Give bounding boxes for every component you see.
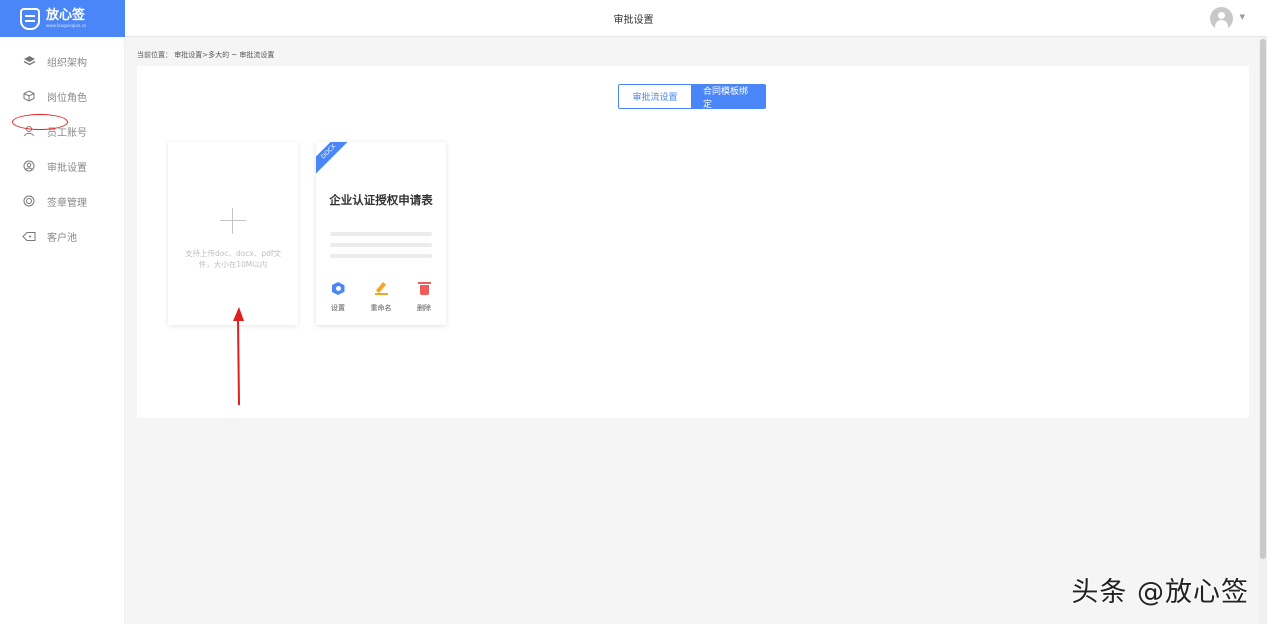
sidebar-item-approval[interactable]: 审批设置 [0, 154, 125, 178]
page-scrollbar[interactable] [1259, 37, 1267, 624]
sidebar-item-customers[interactable]: 客户池 [0, 224, 125, 248]
sidebar-item-label: 岗位角色 [47, 92, 87, 104]
template-card[interactable]: DOCX 企业认证授权申请表 设置 重命名 删除 [316, 142, 446, 325]
tab-approval-flow[interactable]: 审批流设置 [618, 84, 692, 109]
sidebar-item-label: 签章管理 [47, 197, 87, 209]
rename-button[interactable]: 重命名 [366, 282, 396, 313]
rename-label: 重命名 [370, 304, 392, 312]
approval-icon [22, 159, 36, 173]
sidebar-item-seal[interactable]: 签章管理 [0, 189, 125, 213]
chevron-down-icon[interactable]: ▼ [1240, 13, 1245, 21]
placeholder-line [330, 254, 432, 258]
top-header: 放心签 www.fangxinqian.cn 审批设置 ▼ [0, 0, 1267, 37]
plus-icon [220, 208, 246, 234]
delete-label: 删除 [417, 304, 431, 312]
delete-button[interactable]: 删除 [409, 282, 439, 313]
watermark: 头条 @放心签 [1071, 577, 1249, 608]
scrollbar-thumb[interactable] [1260, 39, 1266, 559]
page-title: 审批设置 [613, 15, 654, 26]
settings-icon [331, 282, 345, 295]
trash-icon [417, 282, 431, 295]
sidebar-item-label: 客户池 [47, 232, 77, 244]
annotation-arrow [233, 307, 244, 406]
placeholder-line [330, 243, 432, 247]
stamp-icon [22, 194, 36, 208]
settings-button[interactable]: 设置 [323, 282, 353, 313]
main-panel: 审批流设置 合同模板绑定 支持上传doc、docx、pdf文件，大小在10M以内… [137, 66, 1249, 418]
settings-label: 设置 [331, 304, 345, 312]
layers-icon [22, 54, 36, 68]
sidebar-item-org[interactable]: 组织架构 [0, 49, 125, 73]
breadcrumb: 当前位置： 审批设置>多大的 ~ 审批流设置 [137, 51, 275, 59]
template-title: 企业认证授权申请表 [329, 193, 433, 207]
placeholder-line [330, 232, 432, 236]
docx-badge: DOCX [316, 142, 358, 181]
cube-icon [22, 89, 36, 103]
edit-icon [374, 282, 388, 295]
tab-group: 审批流设置 合同模板绑定 [618, 84, 766, 110]
upload-card[interactable]: 支持上传doc、docx、pdf文件，大小在10M以内 [168, 142, 298, 325]
sidebar-item-roles[interactable]: 岗位角色 [0, 84, 125, 108]
tab-contract-template[interactable]: 合同模板绑定 [692, 84, 766, 110]
sidebar-item-label: 审批设置 [47, 162, 87, 174]
user-avatar[interactable] [1210, 7, 1233, 30]
upload-hint: 支持上传doc、docx、pdf文件，大小在10M以内 [184, 249, 282, 269]
annotation-ellipse [12, 114, 68, 130]
sidebar-item-label: 组织架构 [47, 57, 87, 69]
tag-icon [22, 229, 36, 243]
